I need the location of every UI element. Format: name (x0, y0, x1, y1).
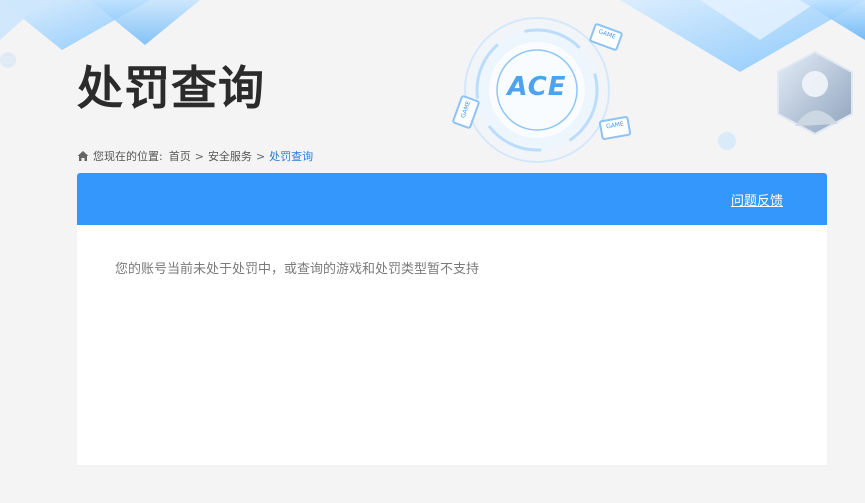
breadcrumb: 您现在的位置: 首页 > 安全服务 > 处罚查询 (77, 147, 313, 165)
breadcrumb-home-link[interactable]: 首页 (169, 148, 191, 164)
result-message: 您的账号当前未处于处罚中，或查询的游戏和处罚类型暂不支持 (115, 262, 480, 277)
page-title: 处罚查询 (77, 61, 265, 115)
feedback-link[interactable]: 问题反馈 (731, 190, 783, 209)
breadcrumb-security-link[interactable]: 安全服务 (208, 148, 252, 164)
ace-logo-text: ACE (507, 72, 567, 102)
panel-header: 问题反馈 (77, 173, 827, 225)
panel-body: 您的账号当前未处于处罚中，或查询的游戏和处罚类型暂不支持 (77, 225, 827, 465)
breadcrumb-separator: > (194, 149, 204, 163)
breadcrumb-separator: > (255, 149, 266, 163)
game-badge-right: GAME (605, 120, 625, 131)
breadcrumb-prefix: 您现在的位置: (93, 150, 163, 163)
game-badge-top: GAME (597, 28, 617, 41)
game-badge-left: GAME (459, 99, 473, 120)
ace-logo: ACE (505, 70, 569, 104)
breadcrumb-current-link[interactable]: 处罚查询 (269, 148, 313, 164)
home-icon (77, 151, 89, 161)
